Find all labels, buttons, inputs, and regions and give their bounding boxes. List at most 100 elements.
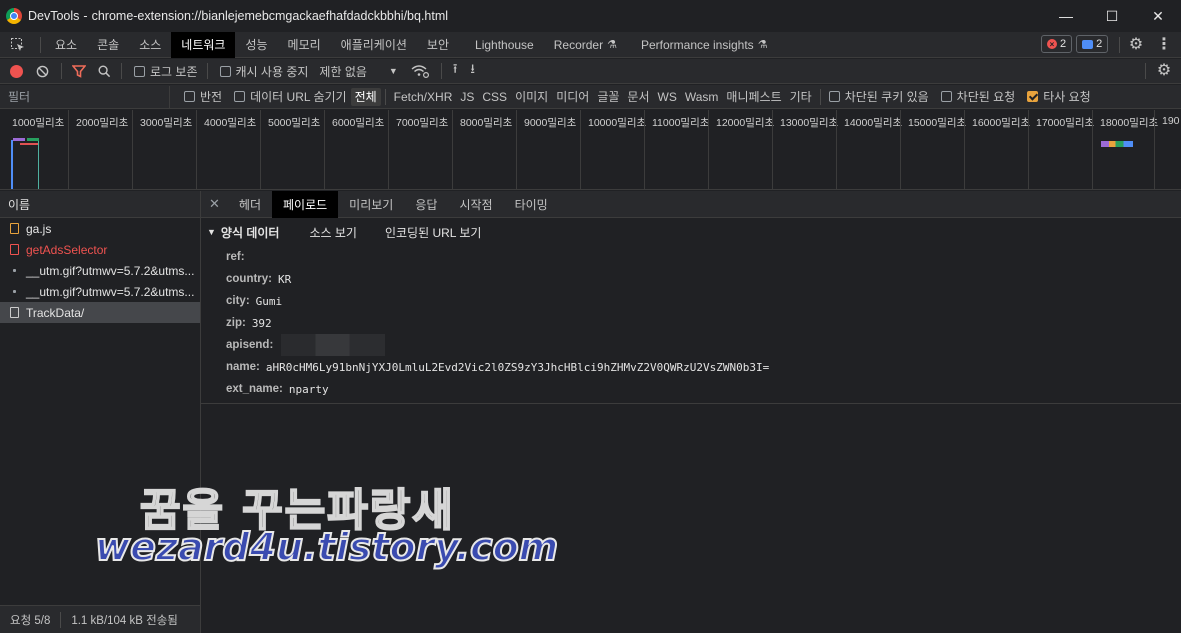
- search-button[interactable]: [92, 59, 117, 84]
- timeline-gridline: [196, 110, 197, 189]
- tab-memory[interactable]: 메모리: [278, 32, 331, 58]
- record-button[interactable]: [0, 59, 28, 84]
- flask-icon: ⚗: [757, 39, 768, 51]
- timeline-gridline: [1154, 110, 1155, 189]
- request-row[interactable]: __utm.gif?utmwv=5.7.2&utms...: [0, 260, 200, 281]
- watermark-line2: wezard4u.tistory.com: [94, 524, 559, 570]
- image-file-icon: [13, 269, 16, 272]
- form-data-value[interactable]: nparty: [289, 383, 329, 396]
- filter-funnel-icon: [72, 64, 86, 78]
- network-conditions-button[interactable]: [403, 59, 437, 84]
- invert-checkbox[interactable]: 반전: [180, 88, 226, 106]
- close-detail-icon[interactable]: ✕: [201, 191, 228, 218]
- tab-network[interactable]: 네트워크: [171, 31, 236, 58]
- blocked-cookies-checkbox[interactable]: 차단된 쿠키 있음: [825, 88, 933, 106]
- timeline-bar: [27, 138, 39, 141]
- form-data-section-header[interactable]: ▼ 양식 데이터 소스 보기 인코딩된 URL 보기: [201, 218, 1181, 246]
- tab-headers[interactable]: 헤더: [228, 191, 272, 218]
- inspect-element-icon[interactable]: [0, 32, 36, 58]
- request-row[interactable]: __utm.gif?utmwv=5.7.2&utms...: [0, 281, 200, 302]
- timeline-tick-label: 16000밀리초: [972, 117, 1031, 129]
- timeline-tick-label: 2000밀리초: [76, 117, 129, 129]
- maximize-button[interactable]: ☐: [1089, 0, 1135, 32]
- filter-type-manifest[interactable]: 매니페스트: [722, 88, 785, 106]
- clear-button[interactable]: [28, 59, 57, 84]
- checkbox-icon: [828, 91, 840, 102]
- tab-timing[interactable]: 타이밍: [504, 191, 559, 218]
- status-footer: 요청 5/8 1.1 kB/104 kB 전송됨: [0, 605, 200, 633]
- request-row[interactable]: TrackData/: [0, 302, 200, 323]
- filter-toggle-button[interactable]: [66, 59, 92, 84]
- import-har-button[interactable]: ⭱: [446, 59, 465, 84]
- filter-input[interactable]: 필터: [0, 85, 170, 108]
- network-settings-gear-icon[interactable]: ⚙: [1155, 61, 1173, 81]
- timeline-gridline: [964, 110, 965, 189]
- tab-initiator[interactable]: 시작점: [448, 191, 503, 218]
- filter-type-js[interactable]: JS: [456, 88, 478, 106]
- tab-response[interactable]: 응답: [404, 191, 448, 218]
- filter-type-css[interactable]: CSS: [478, 88, 511, 106]
- export-har-button[interactable]: ⭳: [464, 59, 481, 84]
- tab-console[interactable]: 콘솔: [87, 32, 129, 58]
- third-party-checkbox[interactable]: 타사 요청: [1023, 88, 1095, 106]
- record-icon: [10, 64, 23, 78]
- timeline-tick-label: 9000밀리초: [524, 117, 577, 129]
- settings-gear-icon[interactable]: ⚙: [1127, 36, 1145, 54]
- timeline-gridline: [708, 110, 709, 189]
- triangle-down-icon: ▼: [207, 227, 216, 237]
- view-url-encoded-link[interactable]: 인코딩된 URL 보기: [385, 224, 481, 241]
- detail-tabbar: ✕ 헤더 페이로드 미리보기 응답 시작점 타이밍: [201, 190, 1181, 218]
- form-data-value[interactable]: Gumi: [256, 295, 283, 308]
- document-file-icon: [10, 244, 19, 255]
- filter-type-other[interactable]: 기타: [786, 88, 816, 106]
- timeline-tick-label: 13000밀리초: [780, 117, 839, 129]
- timeline-overview[interactable]: 1000밀리초 2000밀리초 3000밀리초 4000밀리초 5000밀리초 6000밀…: [0, 110, 1181, 190]
- name-column-header[interactable]: 이름: [0, 191, 200, 218]
- tab-lighthouse[interactable]: Lighthouse: [459, 32, 544, 58]
- tab-payload[interactable]: 페이로드: [272, 190, 339, 218]
- form-data-value[interactable]: KR: [278, 273, 291, 286]
- tab-security[interactable]: 보안: [417, 32, 459, 58]
- timeline-gridline: [1028, 110, 1029, 189]
- filter-type-ws[interactable]: WS: [654, 88, 681, 106]
- filter-type-doc[interactable]: 문서: [623, 88, 653, 106]
- timeline-tick-label: 11000밀리초: [652, 117, 710, 129]
- more-options-icon[interactable]: ⋮: [1156, 36, 1172, 54]
- message-count-badge[interactable]: 2: [1076, 35, 1109, 53]
- disable-cache-checkbox[interactable]: 캐시 사용 중지: [212, 59, 314, 84]
- request-row[interactable]: getAdsSelector: [0, 239, 200, 260]
- request-row[interactable]: ga.js: [0, 218, 200, 239]
- form-data-row: ref:: [201, 246, 1181, 268]
- filter-type-font[interactable]: 글꼴: [593, 88, 623, 106]
- tab-recorder[interactable]: Recorder: [544, 32, 607, 58]
- view-source-link[interactable]: 소스 보기: [309, 224, 357, 241]
- hide-data-urls-checkbox[interactable]: 데이터 URL 숨기기: [230, 88, 350, 106]
- tab-performance[interactable]: 성능: [235, 32, 277, 58]
- message-icon: [1082, 39, 1094, 49]
- timeline-gridline: [836, 110, 837, 189]
- minimize-button[interactable]: —: [1043, 0, 1089, 32]
- tab-sources[interactable]: 소스: [129, 32, 171, 58]
- filter-type-all[interactable]: 전체: [350, 87, 381, 106]
- filter-type-media[interactable]: 미디어: [552, 88, 593, 106]
- form-data-value[interactable]: aHR0cHM6Ly91bnNjYXJ0LmluL2Evd2Vic2l0ZS9z…: [266, 361, 769, 374]
- error-count-badge[interactable]: × 2: [1041, 35, 1073, 53]
- request-name: ga.js: [26, 221, 52, 236]
- filter-type-wasm[interactable]: Wasm: [681, 88, 723, 106]
- tab-elements[interactable]: 요소: [45, 32, 87, 58]
- throttling-select[interactable]: 제한 없음 ▼: [313, 59, 402, 84]
- form-data-value[interactable]: 392: [252, 317, 272, 330]
- filter-type-fetch-xhr[interactable]: Fetch/XHR: [390, 88, 457, 106]
- tab-performance-insights[interactable]: Performance insights: [631, 32, 758, 58]
- preserve-log-checkbox[interactable]: 로그 보존: [126, 59, 203, 84]
- checkbox-icon: [219, 65, 231, 77]
- form-data-key: city:: [226, 295, 250, 307]
- window-titlebar: DevTools - chrome-extension://bianlejeme…: [0, 0, 1181, 32]
- blocked-requests-checkbox[interactable]: 차단된 요청: [937, 88, 1020, 106]
- timeline-tick-label: 3000밀리초: [140, 117, 193, 129]
- tab-preview[interactable]: 미리보기: [338, 191, 404, 218]
- filter-type-img[interactable]: 이미지: [511, 88, 552, 106]
- form-data-key: apisend:: [226, 339, 274, 351]
- close-window-button[interactable]: ✕: [1135, 0, 1181, 32]
- tab-application[interactable]: 애플리케이션: [331, 32, 417, 58]
